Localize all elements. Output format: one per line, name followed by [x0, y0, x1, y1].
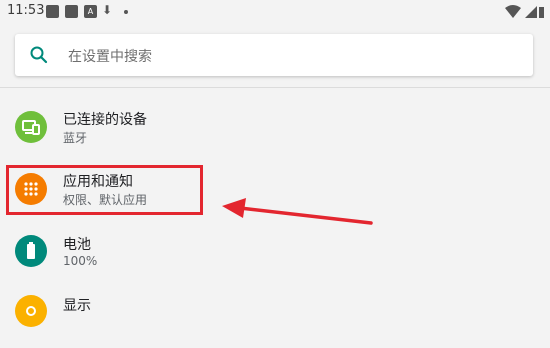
annotation-arrow: [222, 198, 373, 225]
